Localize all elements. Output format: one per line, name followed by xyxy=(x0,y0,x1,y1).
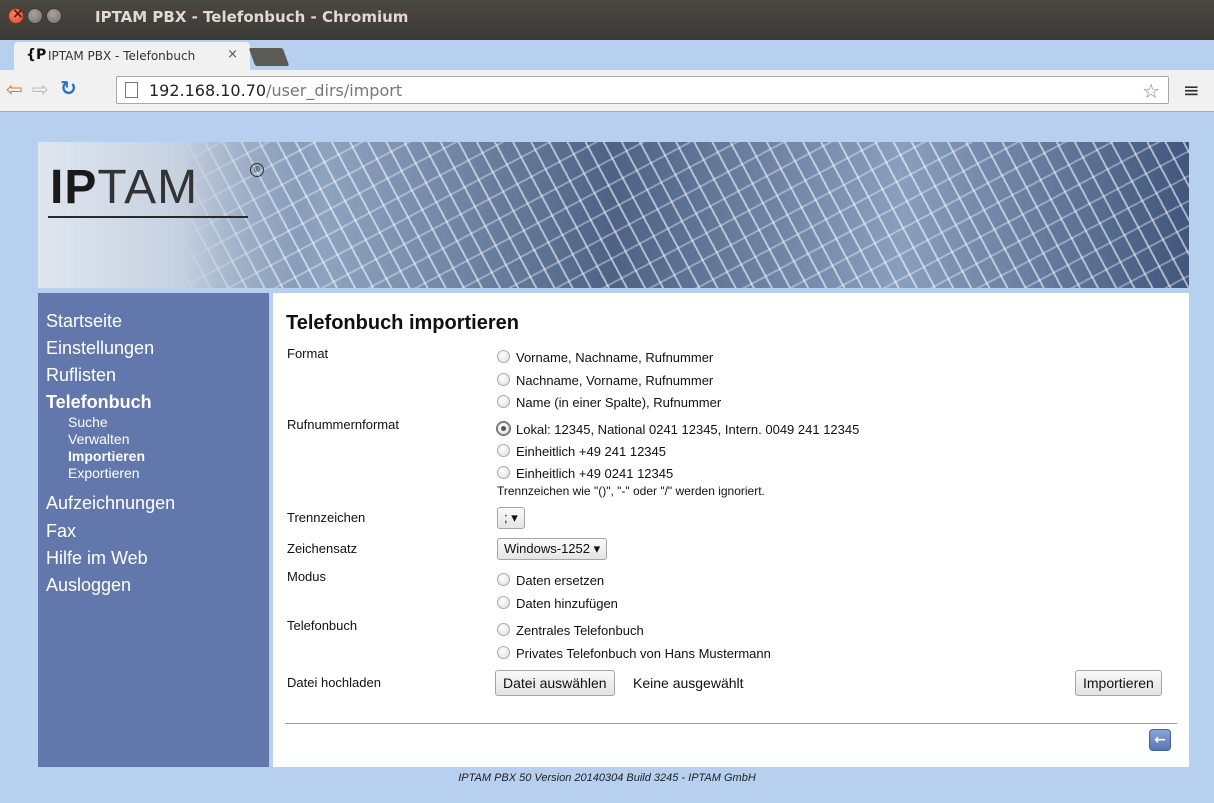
iptam-logo: IPTAM xyxy=(50,161,199,214)
radio-icon[interactable] xyxy=(497,623,510,636)
browser-tab[interactable]: {P IPTAM PBX - Telefonbuch × xyxy=(14,42,250,70)
radio-icon[interactable] xyxy=(497,646,510,659)
page-icon xyxy=(125,82,138,98)
sidebar-subitem-exportieren[interactable]: Exportieren xyxy=(68,465,140,481)
radio-icon[interactable] xyxy=(497,466,510,479)
sidebar-item-ruflisten[interactable]: Ruflisten xyxy=(46,365,116,386)
sidebar: Startseite Einstellungen Ruflisten Telef… xyxy=(38,293,269,767)
radio-checked-icon[interactable] xyxy=(496,421,511,436)
format-label: Format xyxy=(287,346,329,361)
window-titlebar: IPTAM PBX - Telefonbuch - Chromium xyxy=(0,0,1214,40)
tab-close-icon[interactable]: × xyxy=(227,47,238,62)
bookmark-star-icon[interactable]: ☆ xyxy=(1142,79,1160,103)
forward-arrow-icon[interactable]: ⇨ xyxy=(32,77,49,101)
registered-mark: ® xyxy=(250,163,264,177)
sidebar-subitem-importieren[interactable]: Importieren xyxy=(68,448,145,464)
tab-favicon-icon: {P xyxy=(26,47,47,63)
sidebar-item-hilfe-im-web[interactable]: Hilfe im Web xyxy=(46,548,148,569)
divider xyxy=(285,723,1177,724)
sidebar-item-startseite[interactable]: Startseite xyxy=(46,311,122,332)
url-host: 192.168.10.70 xyxy=(149,81,267,100)
url-text[interactable]: 192.168.10.70/user_dirs/import xyxy=(149,81,402,100)
sidebar-item-aufzeichnungen[interactable]: Aufzeichnungen xyxy=(46,493,175,514)
format-option-2[interactable]: Nachname, Vorname, Rufnummer xyxy=(497,373,713,388)
back-arrow-icon[interactable]: ← xyxy=(1149,729,1171,751)
sidebar-item-fax[interactable]: Fax xyxy=(46,521,76,542)
mode-option-replace[interactable]: Daten ersetzen xyxy=(497,573,604,588)
main-content: Telefonbuch importieren Format Vorname, … xyxy=(273,293,1189,767)
radio-icon[interactable] xyxy=(497,573,510,586)
back-arrow-icon[interactable]: ⇦ xyxy=(6,77,23,101)
phonebook-label: Telefonbuch xyxy=(287,618,358,633)
import-button[interactable]: Importieren xyxy=(1075,670,1162,696)
number-format-option-1[interactable]: Lokal: 12345, National 0241 12345, Inter… xyxy=(496,421,859,437)
phonebook-option-central[interactable]: Zentrales Telefonbuch xyxy=(497,623,644,638)
chevron-down-icon: ▾ xyxy=(593,541,601,556)
reload-icon[interactable]: ↻ xyxy=(60,76,77,100)
sidebar-item-ausloggen[interactable]: Ausloggen xyxy=(46,575,131,596)
radio-icon[interactable] xyxy=(497,373,510,386)
number-format-hint: Trennzeichen wie "()", "-" oder "/" werd… xyxy=(497,484,765,498)
choose-file-button[interactable]: Datei auswählen xyxy=(495,670,615,696)
sidebar-subitem-suche[interactable]: Suche xyxy=(68,414,108,430)
window-maximize-icon[interactable] xyxy=(46,8,62,24)
charset-label: Zeichensatz xyxy=(287,541,358,556)
url-path: /user_dirs/import xyxy=(266,81,403,100)
charset-select[interactable]: Windows-1252 ▾ xyxy=(497,538,608,560)
number-format-label: Rufnummernformat xyxy=(287,417,399,432)
radio-icon[interactable] xyxy=(497,596,510,609)
window-title: IPTAM PBX - Telefonbuch - Chromium xyxy=(95,8,409,26)
hamburger-menu-icon[interactable]: ≡ xyxy=(1183,78,1200,102)
logo-underline xyxy=(48,216,248,218)
tab-title: IPTAM PBX - Telefonbuch xyxy=(48,49,196,63)
mode-label: Modus xyxy=(287,569,327,584)
number-format-option-3[interactable]: Einheitlich +49 0241 12345 xyxy=(497,466,673,481)
header-banner: IPTAM ® xyxy=(38,142,1189,288)
browser-toolbar: ⇦ ⇨ ↻ 192.168.10.70/user_dirs/import ☆ ≡ xyxy=(0,70,1214,112)
page-title: Telefonbuch importieren xyxy=(286,312,519,334)
window-close-icon[interactable] xyxy=(8,6,24,24)
radio-icon[interactable] xyxy=(497,350,510,363)
sidebar-item-telefonbuch[interactable]: Telefonbuch xyxy=(46,392,152,413)
radio-icon[interactable] xyxy=(497,395,510,408)
chevron-down-icon: ▾ xyxy=(511,510,518,525)
separator-select[interactable]: ; ▾ xyxy=(497,507,525,529)
sidebar-item-einstellungen[interactable]: Einstellungen xyxy=(46,338,154,359)
sidebar-subitem-verwalten[interactable]: Verwalten xyxy=(68,431,129,447)
upload-label: Datei hochladen xyxy=(287,675,381,690)
separator-label: Trennzeichen xyxy=(287,510,366,525)
radio-icon[interactable] xyxy=(497,444,510,457)
mode-option-add[interactable]: Daten hinzufügen xyxy=(497,596,618,611)
footer: IPTAM PBX 50 Version 20140304 Build 3245… xyxy=(458,772,756,784)
format-option-1[interactable]: Vorname, Nachname, Rufnummer xyxy=(497,350,713,365)
format-option-3[interactable]: Name (in einer Spalte), Rufnummer xyxy=(497,395,721,410)
new-tab-button[interactable] xyxy=(248,48,290,66)
address-bar[interactable]: 192.168.10.70/user_dirs/import ☆ xyxy=(116,76,1169,104)
window-minimize-icon[interactable] xyxy=(27,8,43,24)
phonebook-option-private[interactable]: Privates Telefonbuch von Hans Mustermann xyxy=(497,646,771,661)
number-format-option-2[interactable]: Einheitlich +49 241 12345 xyxy=(497,444,666,459)
file-status: Keine ausgewählt xyxy=(633,675,744,691)
